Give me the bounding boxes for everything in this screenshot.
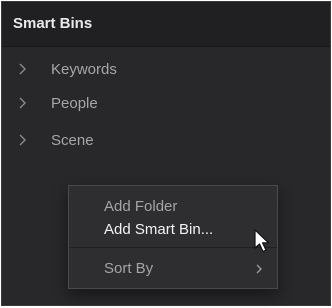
tree-item-label: People: [51, 95, 98, 112]
panel-title: Smart Bins: [13, 15, 93, 32]
context-menu: Add Folder Add Smart Bin... Sort By: [68, 185, 278, 289]
menu-item-label: Add Folder: [104, 198, 178, 215]
menu-item-add-smart-bin[interactable]: Add Smart Bin...: [69, 217, 277, 243]
tree-item-people[interactable]: People: [2, 88, 330, 122]
menu-item-label: Add Smart Bin...: [104, 221, 214, 238]
menu-separator: [69, 247, 277, 248]
menu-item-label: Sort By: [104, 260, 154, 277]
tree-item-scene[interactable]: Scene: [2, 125, 330, 159]
menu-item-sort-by[interactable]: Sort By: [69, 256, 277, 282]
chevron-right-icon: [256, 264, 262, 274]
tree-item-keywords[interactable]: Keywords: [2, 54, 330, 88]
tree-item-label: Keywords: [51, 61, 117, 78]
mouse-pointer-icon: [254, 229, 270, 253]
panel-header: Smart Bins: [2, 2, 330, 47]
chevron-right-icon[interactable]: [18, 96, 28, 110]
chevron-right-icon[interactable]: [18, 133, 28, 147]
chevron-right-icon[interactable]: [18, 62, 28, 76]
tree-item-label: Scene: [51, 132, 94, 149]
